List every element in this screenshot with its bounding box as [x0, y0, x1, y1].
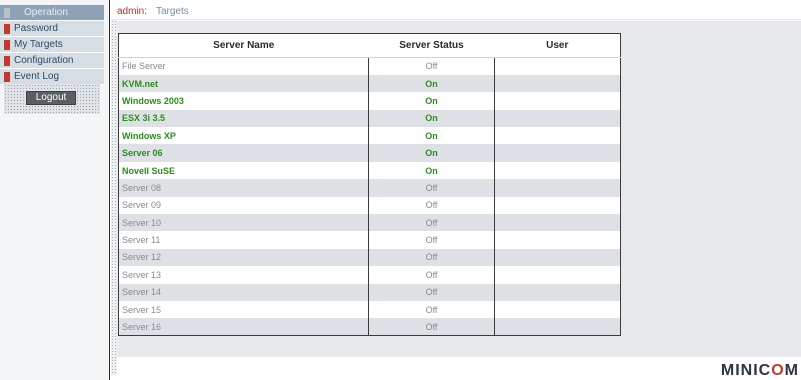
server-name-cell: Server 06	[118, 144, 369, 162]
user-cell	[494, 266, 621, 284]
server-name-cell: Windows 2003	[118, 92, 369, 110]
server-status-cell: Off	[368, 283, 495, 301]
server-status-cell: Off	[368, 179, 495, 197]
sidebar-item-my-targets[interactable]: My Targets	[0, 37, 104, 53]
sidebar-item-label: Password	[14, 23, 58, 34]
user-cell	[494, 318, 621, 336]
server-name-cell: Novell SuSE	[118, 161, 369, 180]
sidebar-item-label: Configuration	[14, 55, 74, 66]
sidebar-item-label: My Targets	[14, 39, 63, 50]
server-status-cell: On	[368, 144, 495, 162]
server-name-cell: Server 12	[118, 248, 369, 267]
server-status-cell: On	[368, 127, 495, 145]
server-status-cell: Off	[368, 196, 495, 215]
user-cell	[494, 300, 621, 319]
server-name-cell: Server 08	[118, 179, 369, 197]
sidebar-item-operation[interactable]: Operation	[0, 5, 104, 21]
sidebar-item-label: Event Log	[14, 71, 60, 82]
footer	[117, 357, 801, 380]
sidebar-item-label: Operation	[24, 7, 68, 18]
table-row[interactable]: KVM.net On	[118, 74, 621, 93]
server-status-cell: On	[368, 92, 495, 110]
table-row[interactable]: Novell SuSE On	[118, 161, 621, 180]
server-name-cell: ESX 3i 3.5	[118, 109, 369, 128]
menu-marker-icon	[4, 40, 10, 50]
server-name-cell: File Server	[118, 57, 369, 75]
server-status-cell: On	[368, 109, 495, 128]
minicom-logo: MINICOM	[721, 362, 799, 380]
table-row[interactable]: File Server Off	[118, 57, 621, 75]
server-name-cell: Windows XP	[118, 127, 369, 145]
sidebar-menu: Operation Password My Targets Configurat…	[0, 5, 104, 85]
user-cell	[494, 57, 621, 75]
logout-button[interactable]: Logout	[26, 91, 76, 105]
user-cell	[494, 231, 621, 249]
logo-o-mark: O	[771, 362, 785, 379]
table-row[interactable]: Server 14 Off	[118, 283, 621, 301]
table-row[interactable]: Server 08 Off	[118, 179, 621, 197]
server-name-cell: Server 09	[118, 196, 369, 215]
server-name-cell: Server 16	[118, 318, 369, 336]
table-header-row: Server Name Server Status User	[118, 33, 621, 58]
column-header-user[interactable]: User	[494, 33, 621, 58]
menu-marker-icon	[4, 8, 10, 18]
server-name-cell: Server 11	[118, 231, 369, 249]
table-row[interactable]: Server 10 Off	[118, 214, 621, 232]
user-cell	[494, 127, 621, 145]
breadcrumb-user: admin:	[117, 6, 148, 17]
table-row[interactable]: Server 15 Off	[118, 300, 621, 319]
table-body: File Server Off KVM.net On Windows 2003 On ESX…	[118, 57, 621, 336]
user-cell	[494, 109, 621, 128]
user-cell	[494, 179, 621, 197]
user-cell	[494, 144, 621, 162]
server-status-cell: Off	[368, 266, 495, 284]
menu-marker-icon	[4, 72, 10, 82]
table-row[interactable]: ESX 3i 3.5 On	[118, 109, 621, 128]
sidebar-item-event-log[interactable]: Event Log	[0, 69, 104, 85]
server-name-cell: Server 13	[118, 266, 369, 284]
table-row[interactable]: Server 12 Off	[118, 248, 621, 267]
user-cell	[494, 161, 621, 180]
server-status-cell: Off	[368, 231, 495, 249]
sidebar: Operation Password My Targets Configurat…	[0, 0, 110, 380]
menu-marker-icon	[4, 24, 10, 34]
user-cell	[494, 74, 621, 93]
table-row[interactable]: Server 06 On	[118, 144, 621, 162]
server-name-cell: KVM.net	[118, 74, 369, 93]
server-status-cell: Off	[368, 318, 495, 336]
server-name-cell: Server 10	[118, 214, 369, 232]
breadcrumb: admin: Targets	[111, 0, 801, 20]
sidebar-item-password[interactable]: Password	[0, 21, 104, 37]
table-row[interactable]: Server 13 Off	[118, 266, 621, 284]
column-header-server-name[interactable]: Server Name	[118, 33, 369, 58]
user-cell	[494, 283, 621, 301]
table-row[interactable]: Server 16 Off	[118, 318, 621, 336]
server-status-cell: Off	[368, 57, 495, 75]
table-row[interactable]: Windows 2003 On	[118, 92, 621, 110]
server-name-cell: Server 15	[118, 300, 369, 319]
server-status-cell: On	[368, 74, 495, 93]
server-status-cell: Off	[368, 248, 495, 267]
breadcrumb-page: Targets	[156, 6, 189, 17]
table-row[interactable]: Windows XP On	[118, 127, 621, 145]
user-cell	[494, 92, 621, 110]
server-status-cell: Off	[368, 300, 495, 319]
server-status-cell: On	[368, 161, 495, 180]
server-name-cell: Server 14	[118, 283, 369, 301]
logo-text-suffix: M	[784, 362, 799, 379]
table-row[interactable]: Server 11 Off	[118, 231, 621, 249]
user-cell	[494, 196, 621, 215]
targets-table: Server Name Server Status User File Serv…	[118, 33, 621, 337]
user-cell	[494, 248, 621, 267]
logout-area: Logout	[4, 84, 100, 114]
logo-text-prefix: MINIC	[720, 362, 772, 379]
sidebar-item-configuration[interactable]: Configuration	[0, 53, 104, 69]
table-row[interactable]: Server 09 Off	[118, 196, 621, 215]
server-status-cell: Off	[368, 214, 495, 232]
menu-marker-icon	[4, 56, 10, 66]
user-cell	[494, 214, 621, 232]
column-header-server-status[interactable]: Server Status	[368, 33, 495, 58]
